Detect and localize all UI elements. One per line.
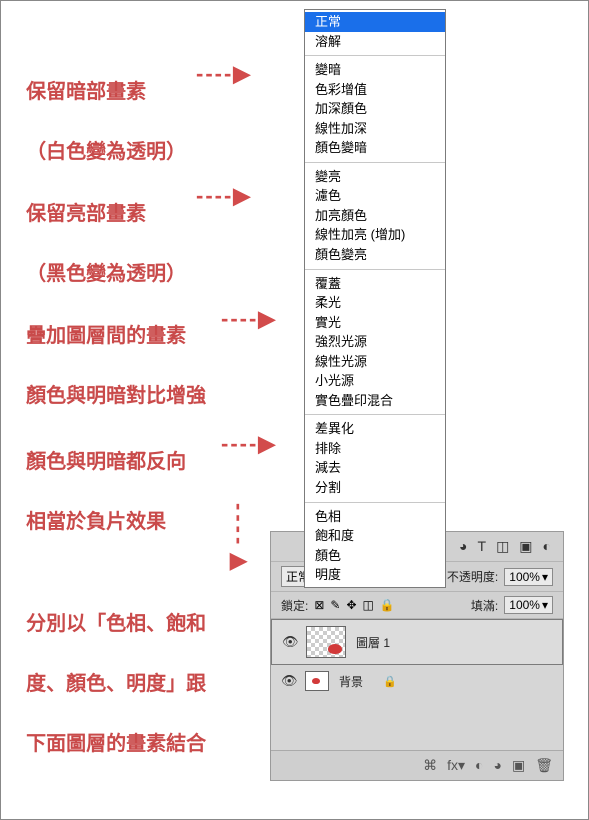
visibility-eye-icon[interactable]: 👁 xyxy=(282,634,296,650)
menu-item[interactable]: 飽和度 xyxy=(305,526,445,546)
lock-icon: 🔒 xyxy=(383,675,397,688)
layer-thumbnail[interactable] xyxy=(306,626,346,658)
lock-artboard-icon[interactable]: ◫ xyxy=(363,598,374,612)
menu-item[interactable]: 強烈光源 xyxy=(305,332,445,352)
menu-item[interactable]: 小光源 xyxy=(305,371,445,391)
layer-thumbnail[interactable] xyxy=(305,671,329,691)
panel-icon[interactable]: ▣ xyxy=(519,538,532,555)
menu-item[interactable]: 變亮 xyxy=(305,167,445,187)
menu-item[interactable]: 減去 xyxy=(305,458,445,478)
menu-item[interactable]: 色相 xyxy=(305,507,445,527)
menu-item[interactable]: 實光 xyxy=(305,313,445,333)
lock-move-icon[interactable]: ✥ xyxy=(346,598,356,612)
menu-item[interactable]: 顏色 xyxy=(305,546,445,566)
arrow-icon: ----▶ xyxy=(196,183,252,209)
lock-transparent-icon[interactable]: ⊠ xyxy=(314,598,324,612)
menu-item[interactable]: 正常 xyxy=(305,12,445,32)
menu-group-normal: 正常 溶解 xyxy=(305,10,445,53)
menu-separator xyxy=(305,269,445,270)
menu-group-overlay: 覆蓋 柔光 實光 強烈光源 線性光源 小光源 實色疊印混合 xyxy=(305,272,445,413)
menu-item[interactable]: 加亮顏色 xyxy=(305,206,445,226)
menu-item[interactable]: 線性加深 xyxy=(305,119,445,139)
menu-item[interactable]: 顏色變亮 xyxy=(305,245,445,265)
menu-item[interactable]: 顏色變暗 xyxy=(305,138,445,158)
layer-list: 👁 圖層 1 👁 背景 🔒 xyxy=(271,618,563,750)
panel-footer: ⌘ fx▾ ◐ ◕ ▣ 🗑 xyxy=(271,750,563,780)
annotation-line: 顏色與明暗對比增強 xyxy=(26,385,206,407)
mask-icon[interactable]: ◐ xyxy=(475,757,483,774)
annotation-invert: 顏色與明暗都反向 相當於負片效果 xyxy=(15,417,186,537)
menu-item[interactable]: 濾色 xyxy=(305,186,445,206)
arrow-icon: ----▶ xyxy=(221,431,277,457)
annotation-overlay: 疊加圖層間的畫素 顏色與明暗對比增強 xyxy=(15,291,206,411)
annotation-line: 相當於負片效果 xyxy=(26,511,166,533)
visibility-eye-icon[interactable]: 👁 xyxy=(281,673,295,689)
annotation-line: （黑色變為透明） xyxy=(26,263,186,285)
adjustment-icon[interactable]: ◕ xyxy=(494,757,502,774)
annotation-hsl: 分別以「色相、飽和 度、顏色、明度」跟 下面圖層的畫素結合 xyxy=(15,579,206,759)
annotation-line: 保留亮部畫素 xyxy=(26,203,146,225)
annotation-line: 分別以「色相、飽和 xyxy=(26,613,206,635)
chevron-down-icon: ▾ xyxy=(542,570,548,584)
opacity-input[interactable]: 100% ▾ xyxy=(504,568,553,586)
menu-group-component: 色相 飽和度 顏色 明度 xyxy=(305,505,445,587)
fill-value: 100% xyxy=(509,598,540,612)
fx-icon[interactable]: fx▾ xyxy=(447,757,465,774)
type-icon[interactable]: T xyxy=(478,538,487,555)
layer-row[interactable]: 👁 背景 🔒 xyxy=(271,665,563,697)
arrow-icon: ----▶ xyxy=(196,61,252,87)
annotation-line: 疊加圖層間的畫素 xyxy=(26,325,186,347)
menu-group-difference: 差異化 排除 減去 分割 xyxy=(305,417,445,499)
menu-item[interactable]: 線性加亮 (增加) xyxy=(305,225,445,245)
menu-group-lighten: 變亮 濾色 加亮顏色 線性加亮 (增加) 顏色變亮 xyxy=(305,165,445,267)
menu-item[interactable]: 線性光源 xyxy=(305,352,445,372)
menu-separator xyxy=(305,414,445,415)
link-icon[interactable]: ⌘ xyxy=(423,757,437,774)
menu-item[interactable]: 排除 xyxy=(305,439,445,459)
opacity-label: 不透明度: xyxy=(447,568,498,585)
fill-input[interactable]: 100% ▾ xyxy=(504,596,553,614)
menu-item[interactable]: 實色疊印混合 xyxy=(305,391,445,411)
annotation-line: 下面圖層的畫素結合 xyxy=(26,733,206,755)
lock-all-icon[interactable]: 🔒 xyxy=(380,598,395,612)
lock-fill-row: 鎖定: ⊠ ✎ ✥ ◫ 🔒 填滿: 100% ▾ xyxy=(271,591,563,618)
annotation-line: （白色變為透明） xyxy=(26,141,186,163)
menu-separator xyxy=(305,55,445,56)
panel-icon[interactable]: ◐ xyxy=(543,538,551,555)
trash-icon[interactable]: 🗑 xyxy=(535,757,553,774)
menu-item[interactable]: 分割 xyxy=(305,478,445,498)
layer-name: 背景 xyxy=(339,673,363,690)
panel-icon[interactable]: ◫ xyxy=(496,538,509,555)
lock-label: 鎖定: xyxy=(281,597,308,614)
annotation-line: 顏色與明暗都反向 xyxy=(26,451,186,473)
menu-item[interactable]: 溶解 xyxy=(305,32,445,52)
menu-separator xyxy=(305,502,445,503)
chevron-down-icon: ▾ xyxy=(542,598,548,612)
menu-separator xyxy=(305,162,445,163)
annotation-line: 度、顏色、明度」跟 xyxy=(26,673,206,695)
menu-item[interactable]: 差異化 xyxy=(305,419,445,439)
arrow-icon: ----▶ xyxy=(221,306,277,332)
blend-mode-menu: 正常 溶解 變暗 色彩增值 加深顏色 線性加深 顏色變暗 變亮 濾色 加亮顏色 … xyxy=(304,9,446,588)
menu-item[interactable]: 加深顏色 xyxy=(305,99,445,119)
menu-group-darken: 變暗 色彩增值 加深顏色 線性加深 顏色變暗 xyxy=(305,58,445,160)
new-layer-icon[interactable]: ▣ xyxy=(512,757,525,774)
lock-brush-icon[interactable]: ✎ xyxy=(330,598,340,612)
fill-label: 填滿: xyxy=(471,597,498,614)
panel-icon[interactable]: ◕ xyxy=(459,538,467,555)
layer-name: 圖層 1 xyxy=(356,634,390,651)
menu-item[interactable]: 覆蓋 xyxy=(305,274,445,294)
opacity-value: 100% xyxy=(509,570,540,584)
annotation-darken: 保留暗部畫素 （白色變為透明） xyxy=(15,47,186,167)
menu-item[interactable]: 變暗 xyxy=(305,60,445,80)
menu-item[interactable]: 色彩增值 xyxy=(305,80,445,100)
annotation-lighten: 保留亮部畫素 （黑色變為透明） xyxy=(15,169,186,289)
arrow-up-icon: ----▶ xyxy=(226,503,252,577)
annotation-line: 保留暗部畫素 xyxy=(26,81,146,103)
menu-item[interactable]: 明度 xyxy=(305,565,445,585)
layer-row[interactable]: 👁 圖層 1 xyxy=(271,619,563,665)
menu-item[interactable]: 柔光 xyxy=(305,293,445,313)
